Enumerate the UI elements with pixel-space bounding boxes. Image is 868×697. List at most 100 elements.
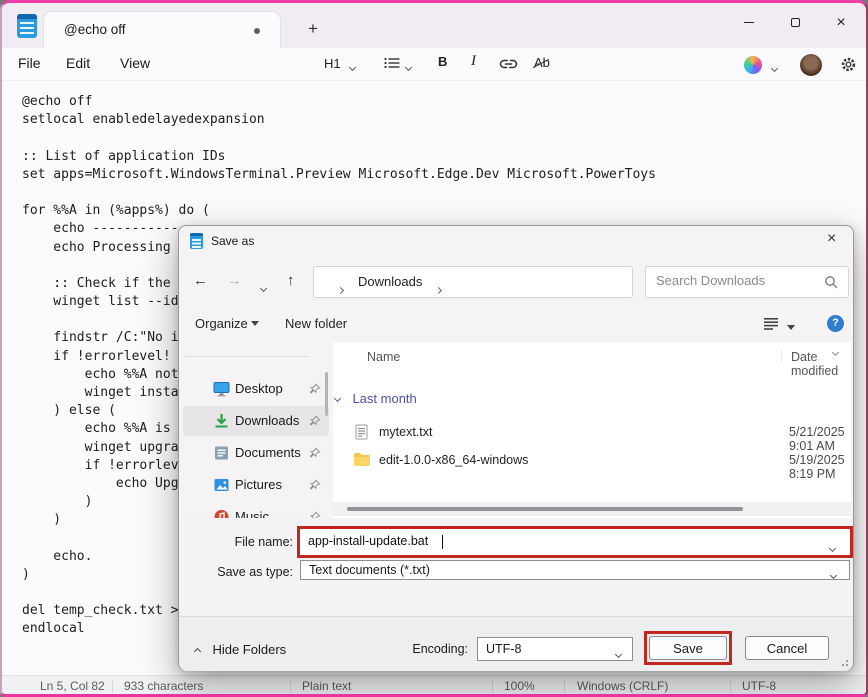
new-folder-button[interactable]: New folder [285,316,347,331]
view-mode-dropdown-icon[interactable] [787,320,795,335]
menu-file[interactable]: File [14,55,45,71]
resize-grip[interactable] [840,658,848,666]
downloads-icon [213,413,230,429]
code-line: for %%A in (%apps%) do ( [22,203,656,221]
breadcrumb-folder[interactable]: Downloads [358,274,422,289]
help-button[interactable]: ? [827,315,844,332]
list-icon [384,57,400,69]
breadcrumb-chevron-icon[interactable] [436,280,441,298]
dialog-footer: Hide Folders Encoding: UTF-8 Save Cancel [179,616,853,671]
list-dropdown-icon[interactable] [406,58,411,73]
gear-icon [840,56,857,73]
menu-view[interactable]: View [116,55,154,71]
organize-button[interactable]: Organize [195,316,259,331]
copilot-icon [744,56,762,74]
status-bar: Ln 5, Col 82 933 characters Plain text 1… [2,675,866,697]
nav-recent-dropdown-icon[interactable] [261,278,266,296]
menu-edit[interactable]: Edit [62,55,94,71]
filename-panel: File name: app-install-update.bat Save a… [179,518,853,616]
avatar [800,54,822,76]
file-row-mytext[interactable]: mytext.txt 5/21/2025 9:01 AM Text Docume… [333,420,851,446]
maximize-icon [791,18,800,27]
new-tab-button[interactable]: + [300,17,326,41]
address-bar[interactable]: Downloads [313,266,633,298]
organize-dropdown-icon [251,321,259,326]
search-input[interactable] [656,273,806,288]
dialog-close-button[interactable]: × [827,230,836,248]
dialog-notepad-icon [190,233,203,249]
save-type-combobox[interactable]: Text documents (*.txt) [300,560,850,580]
notepad-window: @echo off + × File Edit View H1 B I Ab [0,0,868,697]
file-name-label: File name: [179,535,293,549]
filename-dropdown-icon[interactable] [830,538,835,556]
column-header-date[interactable]: Date modified [791,350,851,378]
documents-icon [213,445,230,461]
zoom-level: 100% [504,679,535,693]
view-mode-button[interactable] [763,317,779,333]
pin-icon[interactable] [309,446,321,464]
code-line [22,130,656,148]
pin-icon[interactable] [309,414,321,432]
copilot-dropdown-icon[interactable] [772,59,777,74]
encoding-label: Encoding: [368,642,468,656]
maximize-button[interactable] [772,3,818,43]
desktop-icon [213,381,230,397]
sidebar-item-desktop[interactable]: Desktop [183,374,329,404]
group-header-last-month[interactable]: Last month [335,390,417,408]
tab-echo-off[interactable]: @echo off [44,12,280,48]
nav-back-button[interactable]: ← [193,272,208,289]
insert-link-button[interactable] [499,57,518,74]
file-row-edit-folder[interactable]: edit-1.0.0-x86_64-windows 5/19/2025 8:19… [333,448,851,474]
menu-bar: File Edit View H1 B I Ab [2,48,866,81]
notepad-app-icon [17,14,37,38]
minimize-icon [744,22,754,23]
dialog-title-bar: Save as × [179,226,853,256]
minimize-button[interactable] [726,3,772,43]
settings-button[interactable] [840,56,857,76]
horizontal-scrollbar-thumb[interactable] [347,507,743,511]
encoding-dropdown-icon [616,646,621,660]
file-name-input[interactable]: app-install-update.bat [300,529,850,555]
pin-icon[interactable] [309,478,321,496]
horizontal-scrollbar[interactable] [333,502,851,516]
line-endings: Windows (CRLF) [577,679,668,693]
sidebar-item-pictures[interactable]: Pictures [183,470,329,500]
save-as-dialog: Save as × ← → ↑ Downloads [178,225,854,671]
encoding-combobox[interactable]: UTF-8 [477,637,633,661]
heading-style-button[interactable]: H1 [324,56,341,71]
search-box[interactable] [645,266,849,298]
heading-dropdown-icon[interactable] [350,58,355,73]
sidebar-item-documents[interactable]: Documents [183,438,329,468]
title-bar: @echo off + × [2,3,866,48]
close-button[interactable]: × [818,3,864,43]
sidebar-scrollbar[interactable] [325,372,328,416]
text-file-icon [355,424,368,445]
text-caret [442,535,443,549]
code-line [22,185,656,203]
link-icon [499,57,518,71]
list-view-icon [763,317,779,330]
nav-forward-button[interactable]: → [227,272,242,289]
file-list-pane: Name Date modified Type Last month mytex… [333,342,851,518]
bold-button[interactable]: B [438,54,447,69]
list-button[interactable] [384,57,400,72]
pictures-icon [213,477,230,493]
unsaved-indicator-dot [254,28,260,34]
cancel-button[interactable]: Cancel [745,636,829,660]
tab-title: @echo off [64,22,126,37]
breadcrumb-root-chevron-icon[interactable] [338,280,343,298]
code-line: setlocal enabledelayedexpansion [22,112,656,130]
account-button[interactable] [800,54,822,79]
code-line: @echo off [22,94,656,112]
sidebar-item-downloads[interactable]: Downloads [183,406,329,436]
italic-button[interactable]: I [471,53,476,70]
clear-formatting-button[interactable]: Ab [534,55,550,70]
hide-folders-button[interactable]: Hide Folders [195,641,286,659]
copilot-button[interactable] [744,56,762,77]
dialog-title: Save as [211,234,254,248]
save-button[interactable]: Save [649,636,727,660]
nav-up-button[interactable]: ↑ [287,272,295,289]
code-line: :: List of application IDs [22,149,656,167]
pin-icon[interactable] [309,382,321,400]
column-header-name[interactable]: Name [367,350,400,364]
